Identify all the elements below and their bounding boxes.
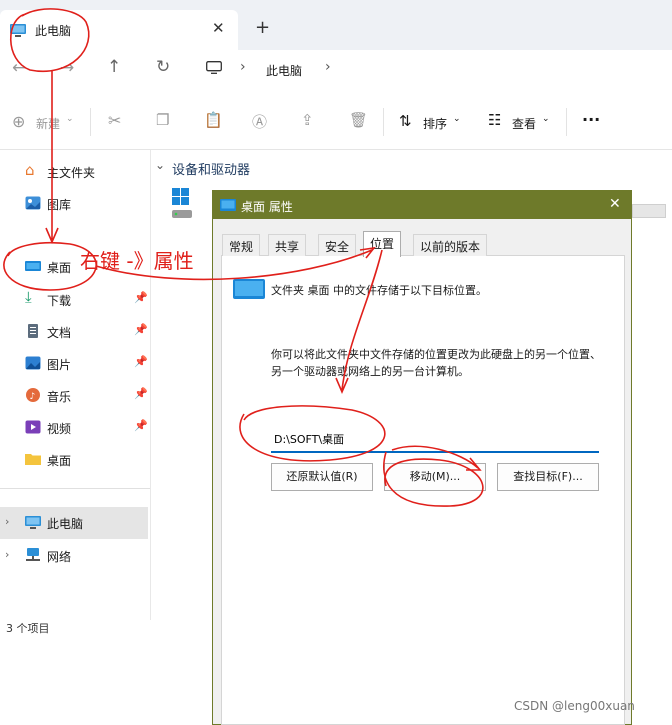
sidebar-item-label: 此电脑 (47, 517, 84, 531)
pin-icon[interactable]: 📌 (134, 291, 148, 304)
view-button[interactable]: 查看 (512, 115, 536, 132)
windows-drive-icon[interactable] (172, 188, 192, 220)
monitor-icon[interactable] (206, 61, 222, 74)
sidebar-item-gallery[interactable]: 图库 (0, 188, 148, 218)
dialog-title: 桌面 属性 (241, 200, 293, 214)
toolbar-divider (383, 108, 384, 136)
tab-sharing[interactable]: 共享 (268, 234, 307, 256)
breadcrumb-this-pc[interactable]: 此电脑 (266, 62, 302, 79)
move-button[interactable]: 移动(M)... (384, 463, 486, 491)
tab-general[interactable]: 常规 (222, 234, 261, 256)
find-target-button[interactable]: 查找目标(F)... (497, 463, 599, 491)
sidebar-item-label: 视频 (47, 422, 72, 436)
refresh-icon[interactable]: ↻ (156, 57, 170, 77)
sidebar-item-label: 桌面 (47, 454, 72, 468)
sidebar-item-downloads[interactable]: ⤓ 下载 📌 (0, 284, 148, 314)
chevron-right-icon[interactable]: › (5, 515, 9, 528)
music-icon: ♪ (26, 388, 40, 402)
video-icon (25, 420, 41, 434)
sort-button[interactable]: 排序 (423, 115, 447, 132)
restore-default-button[interactable]: 还原默认值(R) (271, 463, 373, 491)
status-item-count: 3 个项目 (6, 622, 50, 635)
pin-icon[interactable]: 📌 (134, 323, 148, 336)
computer-icon (10, 24, 26, 37)
sidebar-divider (0, 488, 150, 489)
pictures-icon (25, 356, 41, 370)
sidebar-item-label: 图库 (47, 198, 72, 212)
view-icon[interactable]: ☷ (488, 111, 501, 129)
new-button[interactable]: 新建 (36, 115, 60, 132)
tab-title: 此电脑 (35, 24, 72, 38)
sidebar-item-label: 音乐 (47, 390, 72, 404)
paste-icon[interactable]: 📋 (204, 111, 223, 129)
breadcrumb-chevron-icon[interactable]: › (240, 59, 246, 75)
sidebar-item-this-pc[interactable]: › 此电脑 (0, 507, 148, 539)
pin-icon[interactable]: 📌 (134, 419, 148, 432)
svg-text:♪: ♪ (30, 392, 36, 402)
toolbar-divider (90, 108, 91, 136)
sort-icon[interactable]: ⇅ (399, 112, 412, 130)
copy-icon[interactable]: ❐ (156, 111, 169, 129)
sidebar-item-label: 桌面 (47, 261, 72, 275)
sidebar-item-label: 网络 (47, 550, 72, 564)
tab-previous-versions[interactable]: 以前的版本 (413, 234, 488, 256)
desktop-folder-icon (233, 279, 265, 299)
command-bar (0, 92, 672, 150)
sidebar-item-desktop-folder[interactable]: 桌面 (0, 444, 148, 474)
new-plus-icon[interactable]: ⊕ (12, 112, 25, 131)
home-icon: ⌂ (25, 161, 35, 179)
pin-icon[interactable]: 📌 (134, 355, 148, 368)
up-arrow-icon[interactable]: ↑ (107, 57, 121, 77)
sidebar-item-videos[interactable]: 视频 📌 (0, 412, 148, 442)
chevron-down-icon[interactable]: ⌄ (155, 158, 165, 172)
computer-icon (25, 516, 41, 529)
network-icon (26, 548, 40, 561)
close-icon[interactable]: ✕ (609, 196, 621, 212)
csdn-watermark: CSDN @leng00xuan (514, 699, 635, 713)
sidebar-item-network[interactable]: › 网络 (0, 540, 148, 570)
sidebar-item-pictures[interactable]: 图片 📌 (0, 348, 148, 378)
chevron-right-icon[interactable]: › (5, 548, 9, 561)
location-description: 文件夹 桌面 中的文件存储于以下目标位置。 (271, 284, 487, 297)
target-path-input[interactable] (271, 427, 599, 453)
document-icon (28, 324, 38, 338)
pane-divider (150, 150, 151, 620)
group-header-devices[interactable]: 设备和驱动器 (172, 159, 250, 178)
gallery-icon (25, 196, 41, 210)
chevron-down-icon: ⌄ (453, 114, 461, 124)
location-help-text: 你可以将此文件夹中文件存储的位置更改为此硬盘上的另一个位置、另一个驱动器或网络上… (271, 348, 601, 378)
sidebar-item-home[interactable]: ⌂ 主文件夹 (0, 156, 148, 186)
sidebar-item-music[interactable]: ♪ 音乐 📌 (0, 380, 148, 410)
folder-icon (25, 454, 41, 465)
pin-icon[interactable]: 📌 (134, 387, 148, 400)
forward-arrow-icon[interactable]: → (60, 58, 74, 78)
address-bar-row (0, 50, 672, 92)
sidebar-item-label: 主文件夹 (47, 166, 96, 180)
download-icon: ⤓ (25, 288, 32, 306)
desktop-folder-icon (220, 199, 236, 211)
properties-dialog: 桌面 属性 ✕ 常规 共享 安全 位置 以前的版本 文件夹 桌面 中的文件存储于… (212, 190, 632, 725)
annotation-text: 右键 -》属性 (80, 249, 194, 273)
delete-icon[interactable]: 🗑 (349, 111, 368, 129)
tab-location[interactable]: 位置 (363, 231, 402, 257)
chevron-down-icon: ⌄ (66, 114, 74, 124)
chevron-down-icon: ⌄ (542, 114, 550, 124)
share-icon[interactable]: ⇪ (301, 111, 314, 129)
sidebar-item-label: 下载 (47, 294, 72, 308)
sidebar-item-label: 图片 (47, 358, 72, 372)
desktop-folder-icon (25, 261, 41, 271)
sidebar-item-documents[interactable]: 文档 📌 (0, 316, 148, 346)
cut-icon[interactable]: ✂ (108, 111, 121, 130)
sidebar-item-label: 文档 (47, 326, 72, 340)
new-tab-button[interactable]: + (255, 17, 270, 38)
breadcrumb-chevron-icon[interactable]: › (325, 59, 331, 75)
back-arrow-icon[interactable]: ← (12, 58, 26, 78)
more-options-button[interactable]: ··· (582, 110, 600, 129)
rename-icon[interactable]: Ⓐ (252, 111, 267, 132)
toolbar-divider (566, 108, 567, 136)
tab-close-icon[interactable]: ✕ (212, 19, 225, 37)
drive-usage-bar (632, 204, 666, 218)
tab-security[interactable]: 安全 (318, 234, 357, 256)
